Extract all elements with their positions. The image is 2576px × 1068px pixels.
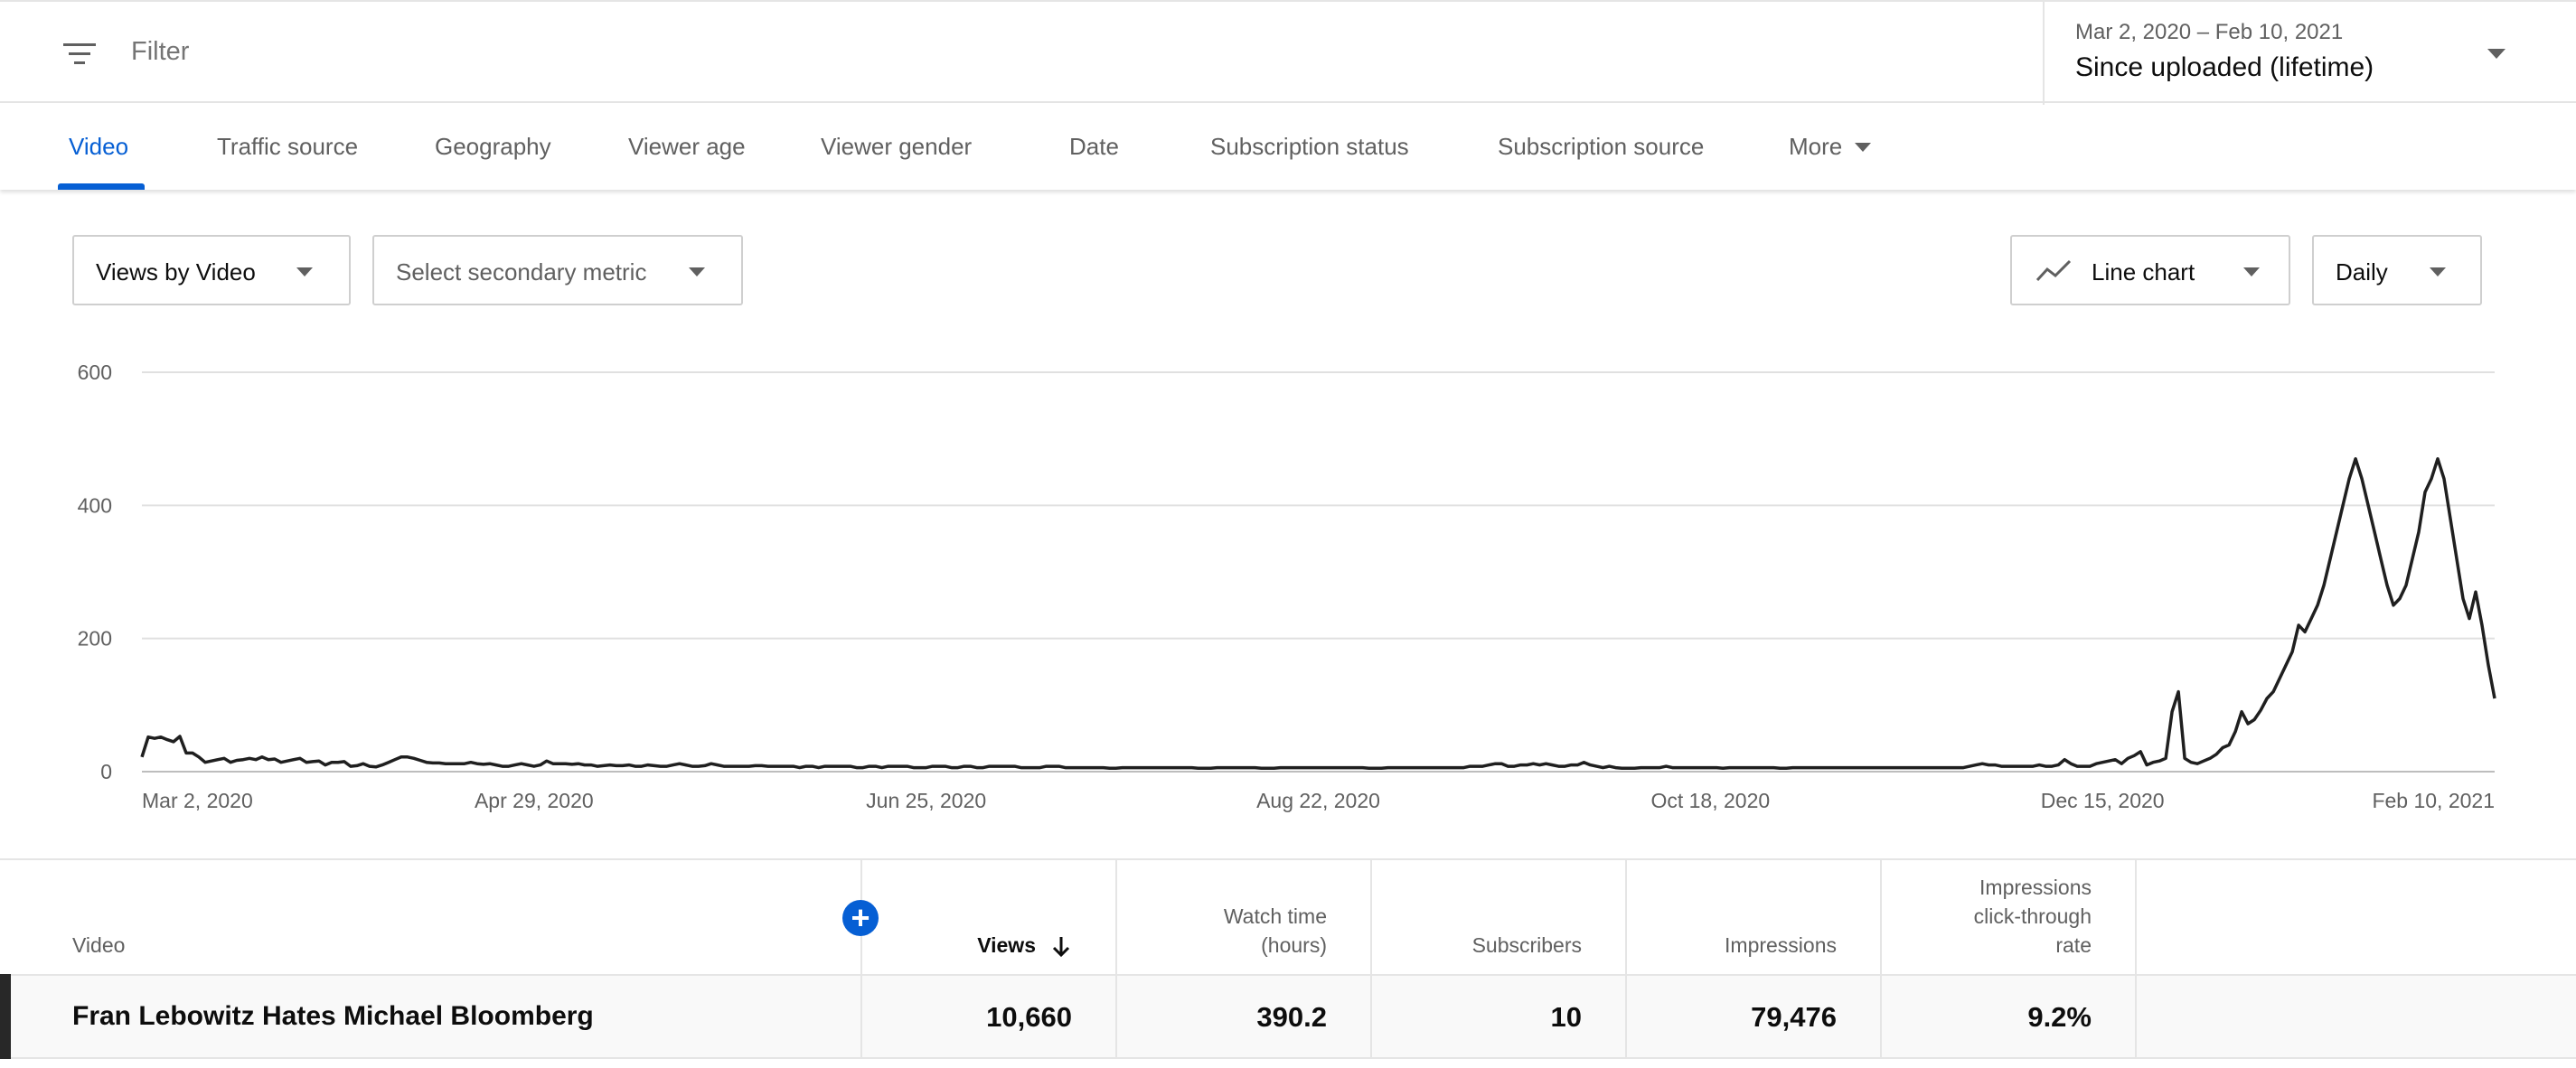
y-tick-label: 0 bbox=[100, 760, 112, 783]
column-divider bbox=[1625, 860, 1627, 1059]
tab-viewer-gender[interactable]: Viewer gender bbox=[821, 103, 972, 190]
add-metric-button[interactable]: + bbox=[842, 900, 879, 936]
column-divider bbox=[1370, 860, 1372, 1059]
impressions-cell: 79,476 bbox=[1751, 1001, 1837, 1033]
interval-label: Daily bbox=[2336, 258, 2388, 286]
tab-traffic-source[interactable]: Traffic source bbox=[217, 103, 358, 190]
chevron-down-icon bbox=[689, 267, 705, 276]
filter-icon[interactable] bbox=[61, 40, 98, 67]
ctr-header-line3: rate bbox=[2055, 933, 2092, 957]
tab-subscription-status[interactable]: Subscription status bbox=[1210, 103, 1409, 190]
plus-icon: + bbox=[851, 899, 870, 936]
views-line-chart[interactable]: 0 200 400 600 Mar 2, 2020 Apr 29, 2020 Jun 25,… bbox=[0, 343, 2576, 831]
x-tick-label: Dec 15, 2020 bbox=[2041, 789, 2165, 812]
column-divider bbox=[1880, 860, 1882, 1059]
chevron-down-icon bbox=[1855, 142, 1872, 152]
ctr-cell: 9.2% bbox=[2027, 1001, 2092, 1033]
chart-type-label: Line chart bbox=[2092, 258, 2195, 286]
x-tick-label: Mar 2, 2020 bbox=[142, 789, 253, 812]
column-header-subscribers[interactable]: Subscribers bbox=[1392, 931, 1582, 960]
y-tick-label: 600 bbox=[78, 361, 112, 384]
chart-type-dropdown[interactable]: Line chart bbox=[2010, 235, 2290, 305]
tab-subscription-source[interactable]: Subscription source bbox=[1498, 103, 1704, 190]
watch-time-cell: 390.2 bbox=[1256, 1001, 1327, 1033]
filter-bar: Mar 2, 2020 – Feb 10, 2021 Since uploade… bbox=[0, 0, 2576, 105]
watch-time-header-line1: Watch time bbox=[1223, 904, 1327, 928]
column-header-ctr[interactable]: Impressions click-through rate bbox=[1904, 873, 2092, 960]
secondary-metric-dropdown[interactable]: Select secondary metric bbox=[372, 235, 743, 305]
results-table: + Video Views Watch time (hours) Subscrib… bbox=[0, 858, 2576, 1068]
tab-video[interactable]: Video bbox=[69, 103, 128, 190]
secondary-metric-label: Select secondary metric bbox=[396, 258, 647, 286]
column-header-watch-time[interactable]: Watch time (hours) bbox=[1139, 902, 1327, 960]
subscribers-cell: 10 bbox=[1550, 1001, 1582, 1033]
x-tick-label: Feb 10, 2021 bbox=[2372, 789, 2495, 812]
ctr-header-line2: click-through bbox=[1973, 904, 2092, 928]
views-cell: 10,660 bbox=[986, 1001, 1072, 1033]
date-range-picker[interactable]: Mar 2, 2020 – Feb 10, 2021 Since uploade… bbox=[2043, 2, 2576, 105]
tab-viewer-age[interactable]: Viewer age bbox=[628, 103, 746, 190]
ctr-header-line1: Impressions bbox=[1979, 876, 2092, 899]
primary-metric-dropdown[interactable]: Views by Video bbox=[72, 235, 351, 305]
dimension-tabs: Video Traffic source Geography Viewer ag… bbox=[0, 103, 2576, 190]
series-color-marker bbox=[0, 974, 11, 1059]
column-divider bbox=[860, 860, 862, 1059]
chevron-down-icon bbox=[2430, 267, 2446, 276]
tab-geography[interactable]: Geography bbox=[435, 103, 551, 190]
column-header-impressions[interactable]: Impressions bbox=[1649, 931, 1837, 960]
line-chart-icon bbox=[2035, 259, 2072, 282]
interval-dropdown[interactable]: Daily bbox=[2312, 235, 2482, 305]
tab-more[interactable]: More bbox=[1789, 103, 1872, 190]
x-tick-label: Aug 22, 2020 bbox=[1256, 789, 1380, 812]
date-range-label: Since uploaded (lifetime) bbox=[2075, 52, 2374, 82]
x-tick-label: Oct 18, 2020 bbox=[1650, 789, 1770, 812]
chevron-down-icon bbox=[2243, 267, 2260, 276]
primary-metric-label: Views by Video bbox=[96, 258, 256, 286]
y-tick-label: 400 bbox=[78, 493, 112, 517]
column-header-views[interactable]: Views bbox=[904, 931, 1072, 960]
filter-input[interactable] bbox=[129, 36, 1037, 68]
column-header-video[interactable]: Video bbox=[72, 931, 125, 960]
tab-more-label: More bbox=[1789, 133, 1843, 160]
column-divider bbox=[1115, 860, 1117, 1059]
chevron-down-icon bbox=[296, 267, 313, 276]
views-header-label: Views bbox=[977, 933, 1036, 957]
date-range-text: Mar 2, 2020 – Feb 10, 2021 bbox=[2075, 20, 2344, 44]
tab-date[interactable]: Date bbox=[1069, 103, 1119, 190]
active-tab-indicator bbox=[58, 183, 145, 190]
x-tick-label: Jun 25, 2020 bbox=[866, 789, 986, 812]
column-divider bbox=[2135, 860, 2137, 1059]
watch-time-header-line2: (hours) bbox=[1261, 933, 1327, 957]
arrow-down-icon bbox=[1052, 936, 1070, 958]
x-tick-label: Apr 29, 2020 bbox=[475, 789, 594, 812]
video-title-cell[interactable]: Fran Lebowitz Hates Michael Bloomberg bbox=[72, 1001, 594, 1032]
y-tick-label: 200 bbox=[78, 627, 112, 651]
chevron-down-icon bbox=[2487, 49, 2505, 59]
